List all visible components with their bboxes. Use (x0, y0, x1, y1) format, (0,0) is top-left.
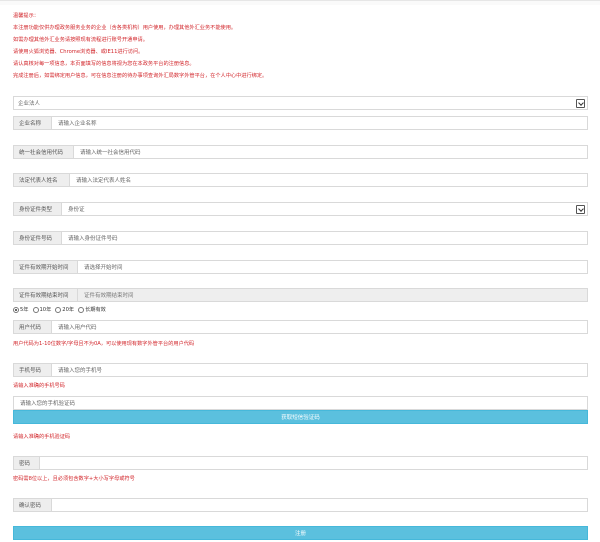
legal-rep-label: 法定代表人姓名 (14, 174, 70, 186)
user-code-group: 用户代码 请输入用户代码 (13, 320, 588, 334)
valid-end-label: 证件有效期结束时间 (14, 289, 78, 301)
company-name-group: 企业名称 请输入企业名称 (13, 116, 588, 130)
top-border (0, 0, 600, 5)
credit-code-group: 统一社会信用代码 请输入统一社会信用代码 (13, 145, 588, 159)
phone-group: 手机号码 请输入您的手机号 (13, 363, 588, 377)
valid-start-group: 证件有效期开始时间 请选择开始时间 (13, 260, 588, 274)
password-group: 密码 (13, 456, 588, 470)
radio-dot-icon (13, 306, 19, 313)
user-code-input[interactable]: 请输入用户代码 (52, 321, 587, 333)
chevron-down-icon[interactable] (576, 204, 585, 214)
user-code-hint: 用户代码为1-10位数字/字母且不为0A，可以使用现有数字外管平台的用户代码 (13, 341, 195, 347)
credit-code-label: 统一社会信用代码 (14, 146, 74, 158)
confirm-password-input[interactable] (52, 499, 587, 511)
org-type-value: 企业法人 (18, 101, 41, 107)
sms-code-input[interactable]: 请输入您的手机验证码 (13, 396, 588, 410)
sms-error: 请输入准确的手机验证码 (13, 434, 71, 440)
credit-code-input[interactable]: 请输入统一社会信用代码 (74, 146, 587, 158)
radio-5-years[interactable]: 5年 (13, 306, 29, 313)
password-label: 密码 (14, 457, 40, 469)
user-code-label: 用户代码 (14, 321, 52, 333)
notice-title: 温馨提示： (13, 13, 39, 19)
radio-20-years[interactable]: 20年 (55, 306, 74, 313)
id-number-group: 身份证件号码 请输入身份证件号码 (13, 231, 588, 245)
org-type-select[interactable]: 企业法人 (13, 96, 588, 110)
notice-line: 完成注册后，如需绑定用户信息，可在信息注册的待办事项查询外汇局数字外管平台，在个… (13, 73, 268, 79)
company-name-input[interactable]: 请输入企业名称 (52, 117, 587, 129)
radio-dot-icon (32, 306, 39, 313)
legal-rep-group: 法定代表人姓名 请输入法定代表人姓名 (13, 173, 588, 187)
chevron-down-icon[interactable] (576, 98, 585, 108)
valid-start-label: 证件有效期开始时间 (14, 261, 78, 273)
password-input[interactable] (40, 457, 587, 469)
id-number-label: 身份证件号码 (14, 232, 62, 244)
notice-line: 如需办理其他外汇业务请按照现有流程进行账号开通申请。 (13, 37, 148, 43)
radio-dot-icon (55, 306, 62, 313)
phone-input[interactable]: 请输入您的手机号 (52, 364, 587, 376)
register-button[interactable]: 注册 (13, 526, 588, 540)
legal-rep-input[interactable]: 请输入法定代表人姓名 (70, 174, 587, 186)
valid-start-input[interactable]: 请选择开始时间 (78, 261, 587, 273)
password-hint: 密码需8位以上，且必须包含数字+大小写字母或符号 (13, 476, 135, 482)
radio-dot-icon (78, 306, 85, 313)
id-type-select[interactable]: 身份证 (62, 203, 576, 215)
get-code-button[interactable]: 获取短信验证码 (13, 410, 588, 424)
company-name-label: 企业名称 (14, 117, 52, 129)
notice-line: 请使用火狐浏览器、Chrome浏览器、或IE11进行访问。 (13, 49, 144, 55)
confirm-password-group: 确认密码 (13, 498, 588, 512)
valid-end-group: 证件有效期结束时间 证件有效期结束时间 (13, 288, 588, 302)
notice-line: 请认真核对每一项信息，本页面填写的信息将视为您在本政务平台的注册信息。 (13, 61, 195, 67)
radio-permanent[interactable]: 长期有效 (78, 306, 106, 313)
validity-radio-group: 5年 10年 20年 长期有效 (13, 306, 106, 313)
id-type-group: 身份证件类型 身份证 (13, 202, 588, 216)
phone-label: 手机号码 (14, 364, 52, 376)
valid-end-input: 证件有效期结束时间 (78, 289, 587, 301)
id-number-input[interactable]: 请输入身份证件号码 (62, 232, 587, 244)
radio-10-years[interactable]: 10年 (32, 306, 51, 313)
id-type-label: 身份证件类型 (14, 203, 62, 215)
notice-line: 本注册功能仅供办理政务服务业务的企业（含各类机构）用户使用，办理其他外汇业务不能… (13, 25, 237, 31)
notice-block: 温馨提示： 本注册功能仅供办理政务服务业务的企业（含各类机构）用户使用，办理其他… (13, 10, 588, 82)
phone-error: 请输入准确的手机号码 (13, 383, 65, 389)
confirm-password-label: 确认密码 (14, 499, 52, 511)
